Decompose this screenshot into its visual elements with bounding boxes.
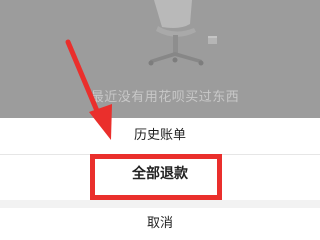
cancel-button[interactable]: 取消 [0,208,320,240]
separator-band [0,200,320,208]
dimmed-backdrop[interactable]: 最近没有用花呗买过东西 [0,0,320,118]
office-chair-icon [148,0,217,66]
history-bill-option[interactable]: 历史账单 [0,118,320,154]
empty-state-message: 最近没有用花呗买过东西 [90,90,240,105]
highlight-box [90,154,222,200]
screen: 最近没有用花呗买过东西 历史账单 全部退款 取消 [0,0,320,240]
